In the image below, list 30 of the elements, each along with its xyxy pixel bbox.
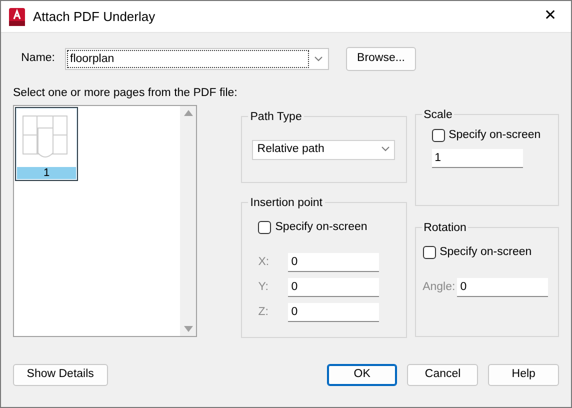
scale-field[interactable]: 1: [432, 149, 523, 168]
checkbox[interactable]: [422, 246, 436, 260]
checkbox-label: Specify on-screen: [275, 220, 368, 235]
checkbox-label: Specify on-screen: [448, 128, 541, 143]
app-icon: [9, 8, 25, 26]
field-label: Name:: [20, 51, 56, 66]
page-number: 1: [17, 167, 76, 179]
dialog-button[interactable]: Cancel: [407, 364, 478, 386]
name-combobox[interactable]: floorplan: [65, 48, 329, 70]
caret-icon: [381, 146, 390, 152]
window-title: Attach PDF Underlay: [33, 8, 156, 26]
coordinate-field[interactable]: 0: [288, 303, 380, 322]
path-type-dropdown[interactable]: Relative path: [252, 140, 396, 160]
checkbox[interactable]: [258, 221, 272, 234]
page-thumbnail[interactable]: 1: [15, 107, 78, 181]
field-label: Angle:: [422, 280, 456, 296]
coordinate-field[interactable]: 0: [288, 278, 380, 298]
field-label: Y:: [258, 280, 270, 296]
checkbox[interactable]: [432, 129, 445, 142]
dialog-button[interactable]: Show Details: [13, 364, 108, 386]
angle-field[interactable]: 0: [457, 278, 548, 298]
checkbox-label: Specify on-screen: [440, 245, 532, 260]
section-label: Select one or more pages from the PDF file:: [13, 86, 238, 101]
dialog-button[interactable]: OK: [326, 364, 398, 386]
browse-button[interactable]: Browse...: [346, 47, 416, 71]
coordinate-field[interactable]: 0: [288, 253, 380, 272]
field-label: Z:: [258, 305, 270, 320]
close-button[interactable]: ✕: [538, 5, 563, 28]
dialog-button[interactable]: Help: [488, 364, 559, 386]
field-label: X:: [258, 255, 270, 270]
